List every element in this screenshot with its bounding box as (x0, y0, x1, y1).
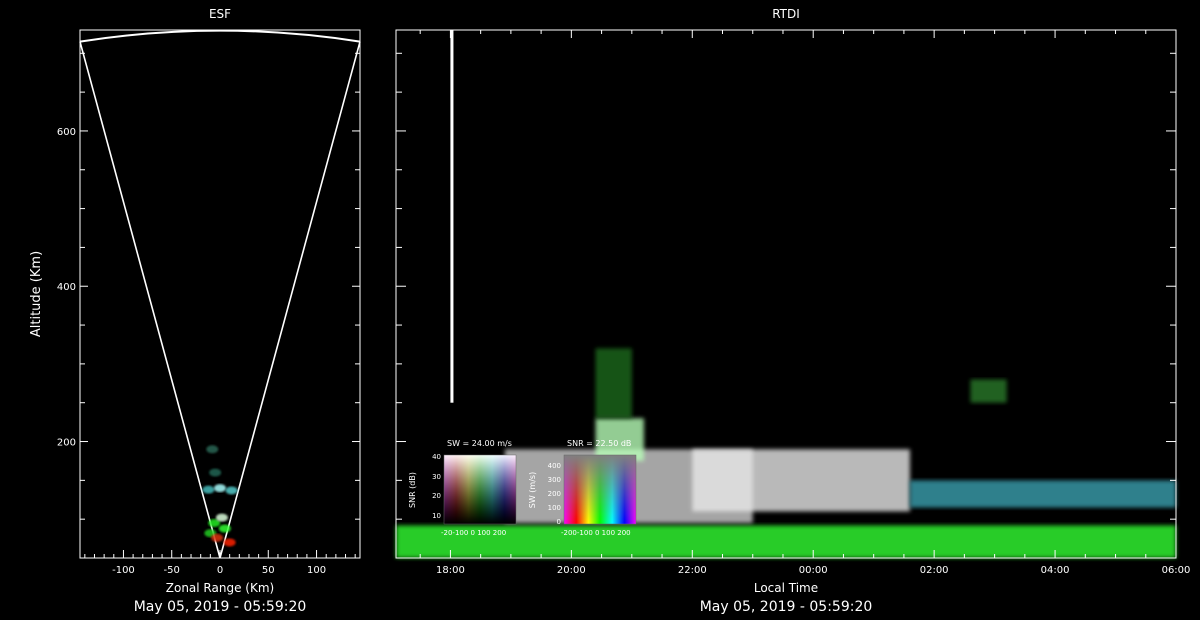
legend-sw-ytick-20: 20 (432, 492, 441, 500)
rtdi-feature-6 (595, 348, 632, 419)
esf-x-tick-label: 0 (217, 565, 223, 576)
legend-sw-ytick-40: 40 (432, 453, 441, 461)
esf-echo-cluster-1 (211, 533, 224, 542)
esf-echo-cluster-2 (218, 524, 231, 533)
legend-snr-ylabel: SW (m/s) (528, 472, 537, 508)
rtdi-footer-timestamp: May 05, 2019 - 05:59:20 (700, 599, 873, 615)
legend-snr-ytick-100: 100 (548, 504, 561, 512)
legend-snr-ytick-200: 200 (548, 490, 561, 498)
esf-echo-cluster-6 (202, 485, 215, 494)
legend-sw: SW = 24.00 m/s SNR (dB) 40 30 20 10 -20-… (408, 439, 517, 537)
esf-echo-cluster-3 (223, 538, 236, 547)
esf-frame (79, 29, 361, 559)
esf-fan-outline (79, 29, 361, 559)
esf-y-tick-label: 600 (57, 127, 76, 138)
esf-fan-left-edge (79, 41, 221, 559)
rtdi-feature-4 (909, 480, 1176, 508)
esf-echo-cluster-5 (215, 513, 228, 522)
legend-snr-ytick-0: 0 (557, 518, 561, 526)
rtdi-x-tick-label: 02:00 (920, 565, 949, 576)
legend-sw-ylabel: SNR (dB) (408, 472, 417, 508)
esf-echo-cluster-8 (225, 486, 238, 495)
esf-x-tick-label: 50 (262, 565, 275, 576)
esf-x-tick-label: 100 (307, 565, 326, 576)
legend-snr-ytick-300: 300 (548, 476, 561, 484)
esf-y-tick-label: 400 (57, 282, 76, 293)
esf-y-tick-label: 200 (57, 438, 76, 449)
esf-x-tick-label: -50 (164, 565, 180, 576)
rtdi-title: RTDI (772, 7, 800, 21)
rtdi-feature-0 (450, 30, 454, 403)
legend-snr-ytick-400: 400 (548, 462, 561, 470)
legend-snr-swatch (563, 454, 637, 525)
esf-echo-cluster-10 (206, 445, 219, 454)
esf-title: ESF (209, 7, 231, 21)
esf-y-axis-label: Altitude (Km) (29, 251, 44, 337)
esf-echo-cluster-9 (209, 468, 222, 477)
rtdi-x-axis-label: Local Time (754, 581, 818, 595)
legend-sw-ytick-30: 30 (432, 473, 441, 481)
rtdi-feature-7 (970, 379, 1007, 403)
legend-snr-xticks: -200-100 0 100 200 (561, 529, 631, 537)
radar-figure: ESF -100 -50 0 50 100200400600 Zonal Range (… (29, 7, 1191, 615)
legend-sw-swatch (443, 454, 517, 525)
rtdi-feature-3 (692, 449, 910, 512)
rtdi-x-tick-label: 04:00 (1041, 565, 1070, 576)
esf-fan-top-arc (79, 29, 361, 43)
esf-footer-timestamp: May 05, 2019 - 05:59:20 (134, 599, 307, 615)
legend-sw-ytick-10: 10 (432, 512, 441, 520)
esf-fan-right-edge (219, 41, 361, 559)
rtdi-feature-1 (396, 525, 1176, 558)
rtdi-panel: RTDI 18:00 20:00 22:00 00:00 02:00 04:00 06:00… (395, 7, 1191, 615)
esf-x-tick-label: -100 (112, 565, 135, 576)
esf-panel: ESF -100 -50 0 50 100 200 400 600 Zonal Range (… (29, 7, 361, 615)
esf-echo-layer (202, 445, 238, 547)
esf-x-axis-label: Zonal Range (Km) (166, 581, 274, 595)
rtdi-x-tick-label: 18:00 (436, 565, 465, 576)
rtdi-x-tick-label: 20:00 (557, 565, 586, 576)
legend-sw-title: SW = 24.00 m/s (447, 439, 512, 448)
rtdi-x-tick-label: 22:00 (678, 565, 707, 576)
esf-tick-layer: -100 -50 0 50 100 200 400 600 (57, 52, 360, 576)
rtdi-x-tick-label: 00:00 (799, 565, 828, 576)
legend-snr-title: SNR = 22.50 dB (567, 439, 631, 448)
legend-sw-xticks: -20-100 0 100 200 (441, 529, 506, 537)
esf-echo-cluster-7 (214, 484, 226, 493)
rtdi-x-tick-label: 06:00 (1162, 565, 1191, 576)
